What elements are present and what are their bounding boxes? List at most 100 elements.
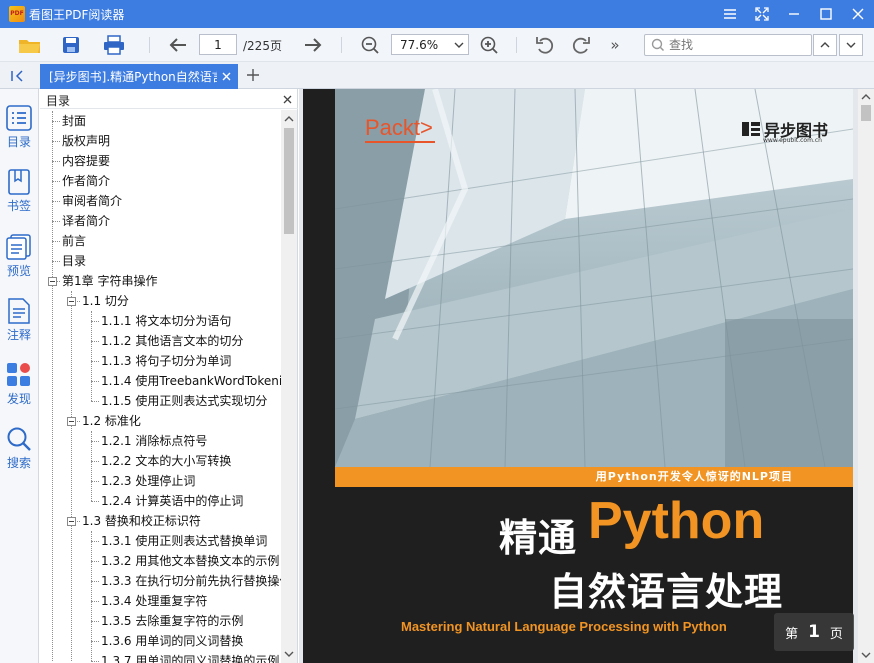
- more-tools-button[interactable]: »: [603, 33, 627, 57]
- scroll-down-icon[interactable]: [284, 649, 294, 659]
- document-view[interactable]: Packt> 异步图书 www.epubit.com.cn 用Python开发令…: [299, 89, 874, 663]
- window-controls: [714, 0, 874, 28]
- toc-item[interactable]: 1.3.1 使用正则表达式替换单词: [101, 531, 267, 551]
- toc-item[interactable]: 1.2.2 文本的大小写转换: [101, 451, 231, 471]
- tree-collapse-toggle[interactable]: [67, 517, 76, 526]
- sidebar-item-bookmarks[interactable]: 书签: [0, 169, 38, 214]
- toc-item[interactable]: 1.2.4 计算英语中的停止词: [101, 491, 243, 511]
- document-scrollbar[interactable]: [858, 89, 874, 663]
- toc-scrollbar[interactable]: [281, 110, 297, 663]
- toc-item[interactable]: 第1章 字符串操作: [62, 271, 157, 291]
- print-icon[interactable]: [102, 33, 126, 57]
- fullscreen-icon[interactable]: [746, 0, 778, 28]
- discover-icon: [7, 363, 30, 386]
- divider: [149, 37, 150, 53]
- prev-page-icon[interactable]: [166, 33, 190, 57]
- document-scroll-thumb[interactable]: [861, 105, 871, 121]
- minimize-icon[interactable]: [778, 0, 810, 28]
- sidebar-item-label: 搜索: [6, 456, 31, 470]
- close-icon[interactable]: [281, 93, 293, 105]
- search-prev-button[interactable]: [813, 34, 837, 56]
- zoom-out-icon[interactable]: [358, 33, 382, 57]
- menu-icon[interactable]: [714, 0, 746, 28]
- sidebar-item-annotations[interactable]: 注释: [0, 298, 38, 343]
- tree-connector: [91, 441, 99, 442]
- zoom-select[interactable]: 77.6%: [391, 34, 469, 55]
- tree-connector: [91, 481, 99, 482]
- tree-connector: [91, 501, 99, 502]
- rotate-right-icon[interactable]: [569, 33, 593, 57]
- sidebar-item-toc[interactable]: 目录: [0, 105, 38, 150]
- tree-connector: [91, 601, 99, 602]
- page-number-input[interactable]: [199, 34, 237, 55]
- toc-item[interactable]: 1.1.4 使用TreebankWordTokenizer执行切分: [101, 371, 282, 391]
- tree-connector: [91, 581, 99, 582]
- toc-item[interactable]: 1.2 标准化: [82, 411, 141, 431]
- toc-item[interactable]: 前言: [62, 231, 86, 251]
- maximize-icon[interactable]: [810, 0, 842, 28]
- toc-item[interactable]: 1.3.5 去除重复字符的示例: [101, 611, 243, 631]
- scroll-up-icon[interactable]: [284, 114, 294, 124]
- scroll-up-icon[interactable]: [861, 92, 871, 102]
- toc-list: 封面 版权声明 内容提要 作者简介 审阅者简介 译者简介 前言 目录 第1章 字符串操作 1.1 …: [40, 111, 282, 663]
- tree-collapse-toggle[interactable]: [67, 297, 76, 306]
- toc-item[interactable]: 版权声明: [62, 131, 110, 151]
- toc-item[interactable]: 1.1.1 将文本切分为语句: [101, 311, 231, 331]
- toc-item[interactable]: 1.1 切分: [82, 291, 129, 311]
- toc-item[interactable]: 审阅者简介: [62, 191, 122, 211]
- tree-collapse-toggle[interactable]: [67, 417, 76, 426]
- sidebar-item-label: 目录: [6, 135, 31, 149]
- toc-item[interactable]: 作者简介: [62, 171, 110, 191]
- search-next-button[interactable]: [839, 34, 863, 56]
- collapse-sidebar-icon[interactable]: [8, 67, 28, 85]
- sidebar-item-preview[interactable]: 预览: [0, 234, 38, 279]
- toc-scroll-thumb[interactable]: [284, 128, 294, 234]
- sidebar: 目录 书签 预览 注释 发现 搜索: [0, 89, 39, 663]
- close-tab-icon[interactable]: [220, 70, 232, 82]
- close-icon[interactable]: [842, 0, 874, 28]
- pdf-page: Packt> 异步图书 www.epubit.com.cn 用Python开发令…: [303, 89, 853, 663]
- toc-item[interactable]: 1.3.3 在执行切分前先执行替换操作: [101, 571, 282, 591]
- toc-item[interactable]: 1.3.6 用单词的同义词替换: [101, 631, 243, 651]
- sidebar-item-search[interactable]: 搜索: [0, 426, 38, 471]
- toc-item[interactable]: 1.1.3 将句子切分为单词: [101, 351, 231, 371]
- page-indicator: 第 1 页: [774, 613, 854, 651]
- open-folder-icon[interactable]: [18, 33, 42, 57]
- save-icon[interactable]: [59, 33, 83, 57]
- tab-bar: [异步图书].精通Python自然语言处理: [0, 62, 874, 89]
- scroll-down-icon[interactable]: [861, 650, 871, 660]
- document-tab[interactable]: [异步图书].精通Python自然语言处理: [40, 64, 238, 89]
- toc-item[interactable]: 1.2.1 消除标点符号: [101, 431, 207, 451]
- toc-item[interactable]: 目录: [62, 251, 86, 271]
- toc-item[interactable]: 1.3.7 用单词的同义词替换的示例: [101, 651, 279, 663]
- toc-title: 目录: [46, 94, 71, 108]
- search-input[interactable]: [669, 38, 799, 52]
- sidebar-item-label: 发现: [6, 392, 31, 406]
- bookmark-icon: [8, 169, 30, 195]
- next-page-icon[interactable]: [301, 33, 325, 57]
- toc-item[interactable]: 内容提要: [62, 151, 110, 171]
- toc-item[interactable]: 1.1.5 使用正则表达式实现切分: [101, 391, 267, 411]
- search-box[interactable]: [644, 34, 812, 56]
- sidebar-item-discover[interactable]: 发现: [0, 362, 38, 407]
- toc-item[interactable]: 封面: [62, 111, 86, 131]
- rotate-left-icon[interactable]: [533, 33, 557, 57]
- chevron-down-icon: [450, 42, 468, 48]
- cover-title-python: Python: [588, 492, 765, 550]
- preview-icon: [6, 234, 31, 260]
- toc-item[interactable]: 1.3 替换和校正标识符: [82, 511, 201, 531]
- toc-item[interactable]: 1.3.2 用其他文本替换文本的示例: [101, 551, 279, 571]
- toc-item[interactable]: 译者简介: [62, 211, 110, 231]
- app-title: 看图王PDF阅读器: [29, 7, 125, 22]
- add-tab-icon[interactable]: [245, 67, 261, 83]
- toc-item[interactable]: 1.3.4 处理重复字符: [101, 591, 207, 611]
- app-logo-icon: PDF: [9, 6, 25, 22]
- toc-item[interactable]: 1.1.2 其他语言文本的切分: [101, 331, 243, 351]
- toc-item[interactable]: 1.2.3 处理停止词: [101, 471, 195, 491]
- sidebar-item-label: 书签: [6, 199, 31, 213]
- zoom-in-icon[interactable]: [477, 33, 501, 57]
- tree-connector: [91, 621, 99, 622]
- tree-guide-line: [91, 311, 92, 401]
- tree-collapse-toggle[interactable]: [48, 277, 57, 286]
- packt-underline: [365, 141, 435, 143]
